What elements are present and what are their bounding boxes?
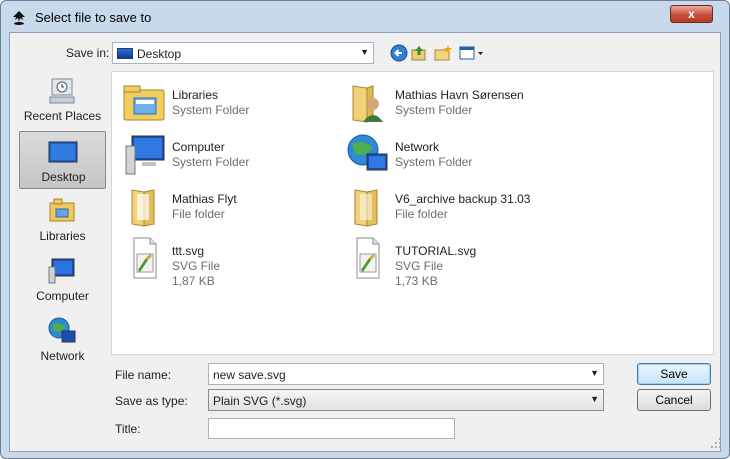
place-recent-places[interactable]: Recent Places	[19, 71, 106, 129]
file-name-field[interactable]: new save.svg ▼	[208, 363, 604, 385]
file-list[interactable]: Libraries System Folder Mathias Havn Sør…	[111, 71, 714, 355]
file-name: TUTORIAL.svg	[395, 244, 477, 258]
save-as-type-value: Plain SVG (*.svg)	[213, 394, 307, 408]
dialog-body: Save in: Desktop ▼ Recent Places Desktop…	[9, 32, 721, 452]
file-name: ttt.svg	[172, 244, 205, 258]
save-button[interactable]: Save	[637, 363, 711, 385]
file-type: File folder	[395, 207, 448, 221]
title-bar[interactable]: Select file to save to x	[1, 1, 729, 32]
window-title: Select file to save to	[35, 10, 152, 25]
file-type: System Folder	[395, 155, 473, 169]
file-name-label: File name:	[115, 368, 172, 382]
file-type: System Folder	[172, 155, 250, 169]
file-name-value[interactable]: new save.svg	[213, 368, 286, 382]
file-type: System Folder	[395, 103, 473, 117]
svg-file-icon	[133, 237, 157, 279]
save-as-type-dropdown[interactable]: Plain SVG (*.svg) ▼	[208, 389, 604, 411]
svg-file-icon	[356, 237, 380, 279]
list-item[interactable]: Mathias Havn Sørensen System Folder	[335, 78, 555, 123]
list-item[interactable]: Computer System Folder	[112, 130, 332, 175]
close-button[interactable]: x	[670, 5, 713, 23]
desktop-icon	[48, 141, 78, 163]
save-in-value: Desktop	[137, 47, 182, 61]
views-menu-icon[interactable]	[458, 43, 484, 63]
recent-places-icon	[49, 78, 75, 104]
libraries-icon	[49, 198, 75, 222]
chevron-down-icon: ▼	[360, 47, 369, 57]
chevron-down-icon: ▼	[590, 394, 599, 404]
file-type: SVG File	[395, 259, 444, 273]
list-item[interactable]: Mathias Flyt File folder	[112, 182, 332, 227]
new-folder-icon[interactable]	[433, 43, 453, 63]
file-name: Libraries	[172, 88, 219, 102]
network-icon	[347, 134, 388, 171]
place-label: Network	[40, 349, 85, 363]
list-item[interactable]: Libraries System Folder	[112, 78, 332, 122]
file-size: 1,87 KB	[172, 274, 215, 288]
network-icon	[48, 317, 76, 343]
list-item[interactable]: ttt.svg SVG File 1,87 KB	[112, 234, 332, 288]
file-name: V6_archive backup 31.03	[395, 192, 531, 206]
place-libraries[interactable]: Libraries	[19, 191, 106, 249]
place-label: Computer	[36, 289, 89, 303]
file-type: SVG File	[172, 259, 221, 273]
save-in-label: Save in:	[66, 46, 110, 60]
place-network[interactable]: Network	[19, 311, 106, 369]
computer-icon	[48, 258, 75, 284]
up-folder-icon[interactable]	[409, 43, 429, 63]
save-dialog-window: Select file to save to x Save in: Deskto…	[0, 0, 730, 459]
place-computer[interactable]: Computer	[19, 251, 106, 309]
folder-icon	[131, 189, 155, 227]
libraries-folder-icon	[123, 85, 165, 121]
back-icon[interactable]	[389, 43, 409, 63]
user-folder-icon	[352, 85, 383, 123]
file-type: File folder	[172, 207, 225, 221]
place-desktop[interactable]: Desktop	[19, 131, 106, 189]
computer-icon	[125, 135, 165, 175]
file-name: Network	[395, 140, 440, 154]
places-bar: Recent Places Desktop Libraries Computer…	[19, 71, 106, 383]
folder-icon	[354, 189, 378, 227]
place-label: Libraries	[39, 229, 86, 243]
inkscape-app-icon	[13, 11, 25, 25]
save-in-dropdown[interactable]: Desktop ▼	[112, 42, 374, 64]
file-type: System Folder	[172, 103, 250, 117]
title-field[interactable]	[208, 418, 455, 439]
place-label: Desktop	[41, 170, 86, 184]
place-label: Recent Places	[23, 109, 102, 123]
list-item[interactable]: Network System Folder	[335, 130, 555, 174]
file-name: Computer	[172, 140, 225, 154]
resize-grip-icon[interactable]	[710, 437, 722, 449]
list-item[interactable]: TUTORIAL.svg SVG File 1,73 KB	[335, 234, 555, 288]
file-size: 1,73 KB	[395, 274, 438, 288]
file-name: Mathias Flyt	[172, 192, 237, 206]
list-item[interactable]: V6_archive backup 31.03 File folder	[335, 182, 555, 227]
save-as-type-label: Save as type:	[115, 394, 188, 408]
cancel-button[interactable]: Cancel	[637, 389, 711, 411]
title-label: Title:	[115, 422, 141, 436]
chevron-down-icon[interactable]: ▼	[590, 368, 599, 378]
desktop-small-icon	[117, 48, 133, 59]
file-name: Mathias Havn Sørensen	[395, 88, 524, 102]
